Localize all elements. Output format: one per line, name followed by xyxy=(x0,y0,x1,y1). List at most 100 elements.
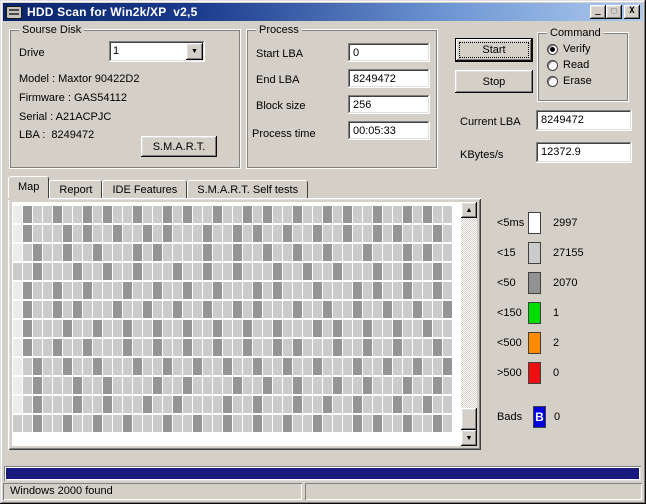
radio-verify-icon[interactable] xyxy=(547,43,558,55)
close-button[interactable]: X xyxy=(624,5,640,19)
map-block xyxy=(63,415,72,432)
map-block xyxy=(73,415,82,432)
map-block xyxy=(313,415,322,432)
minimize-button[interactable]: _ xyxy=(590,5,606,19)
map-block xyxy=(193,320,202,337)
map-block xyxy=(83,396,92,413)
scrollbar-track[interactable] xyxy=(461,218,477,430)
scroll-up-icon[interactable]: ▲ xyxy=(461,202,477,218)
map-block xyxy=(433,206,442,223)
map-block xyxy=(293,225,302,242)
map-block xyxy=(63,244,72,261)
map-block xyxy=(323,358,332,375)
legend-swatch-white xyxy=(528,212,541,234)
radio-erase-icon[interactable] xyxy=(547,75,558,87)
map-block xyxy=(383,206,392,223)
process-time-input[interactable]: 00:05:33 xyxy=(348,121,430,140)
map-block xyxy=(123,415,132,432)
map-block xyxy=(73,225,82,242)
scan-map-grid xyxy=(13,206,461,432)
map-block xyxy=(203,377,212,394)
map-block xyxy=(323,320,332,337)
map-block xyxy=(153,320,162,337)
radio-read-icon[interactable] xyxy=(547,59,558,71)
map-block xyxy=(363,206,372,223)
map-block xyxy=(133,320,142,337)
map-block xyxy=(433,282,442,299)
radio-erase[interactable]: Erase xyxy=(547,75,592,87)
map-block xyxy=(293,415,302,432)
map-block xyxy=(313,206,322,223)
legend-label: <500 xyxy=(497,337,522,349)
map-block xyxy=(273,358,282,375)
drive-dropdown[interactable]: 1 ▼ xyxy=(109,41,205,62)
map-block xyxy=(163,282,172,299)
map-block xyxy=(13,225,22,242)
map-block xyxy=(163,244,172,261)
map-block xyxy=(253,206,262,223)
map-block xyxy=(193,396,202,413)
tab-smart-self-tests[interactable]: S.M.A.R.T. Self tests xyxy=(187,180,309,198)
end-lba-input[interactable]: 8249472 xyxy=(348,69,430,88)
map-block xyxy=(73,206,82,223)
map-block xyxy=(233,358,242,375)
map-block xyxy=(83,320,92,337)
map-block xyxy=(133,339,142,356)
radio-read[interactable]: Read xyxy=(547,59,589,71)
map-block xyxy=(313,225,322,242)
map-block xyxy=(363,415,372,432)
map-block xyxy=(23,415,32,432)
map-block xyxy=(373,358,382,375)
map-block xyxy=(233,263,242,280)
map-block xyxy=(153,339,162,356)
map-block xyxy=(123,339,132,356)
radio-verify[interactable]: Verify xyxy=(547,43,591,55)
current-lba-field[interactable]: 8249472 xyxy=(536,110,632,131)
map-block xyxy=(413,339,422,356)
map-block xyxy=(263,339,272,356)
scroll-down-icon[interactable]: ▼ xyxy=(461,430,477,446)
map-block xyxy=(343,320,352,337)
start-lba-input[interactable]: 0 xyxy=(348,43,430,62)
map-block xyxy=(413,225,422,242)
map-block xyxy=(373,263,382,280)
start-button[interactable]: Start xyxy=(455,38,533,62)
map-block xyxy=(323,206,332,223)
map-block xyxy=(53,301,62,318)
map-block xyxy=(413,206,422,223)
map-block xyxy=(423,225,432,242)
map-block xyxy=(203,282,212,299)
map-block xyxy=(133,225,142,242)
block-size-input[interactable]: 256 xyxy=(348,95,430,114)
kbytes-field[interactable]: 12372.9 xyxy=(536,142,632,163)
chevron-down-icon[interactable]: ▼ xyxy=(186,43,203,60)
command-title: Command xyxy=(547,27,604,39)
tab-report[interactable]: Report xyxy=(49,180,103,198)
tab-ide-features[interactable]: IDE Features xyxy=(102,180,188,198)
smart-button[interactable]: S.M.A.R.T. xyxy=(141,136,217,157)
scrollbar-thumb[interactable] xyxy=(461,408,477,430)
map-block xyxy=(383,225,392,242)
stop-button[interactable]: Stop xyxy=(455,70,533,93)
map-block xyxy=(413,320,422,337)
map-block xyxy=(243,244,252,261)
map-block xyxy=(93,415,102,432)
map-block xyxy=(273,206,282,223)
map-block xyxy=(213,396,222,413)
map-block xyxy=(233,339,242,356)
app-icon[interactable] xyxy=(6,5,22,19)
map-block xyxy=(273,301,282,318)
map-block xyxy=(283,320,292,337)
map-block xyxy=(353,377,362,394)
map-block xyxy=(403,358,412,375)
map-block xyxy=(73,301,82,318)
map-block xyxy=(293,206,302,223)
map-block xyxy=(373,206,382,223)
map-block xyxy=(203,396,212,413)
source-disk-group: Sourse Disk Drive 1 ▼ Model : Maxtor 904… xyxy=(9,24,241,169)
map-scrollbar[interactable]: ▲ ▼ xyxy=(461,202,477,446)
map-block xyxy=(343,244,352,261)
tab-map[interactable]: Map xyxy=(8,176,50,198)
maximize-button[interactable]: □ xyxy=(606,5,622,19)
map-block xyxy=(43,358,52,375)
